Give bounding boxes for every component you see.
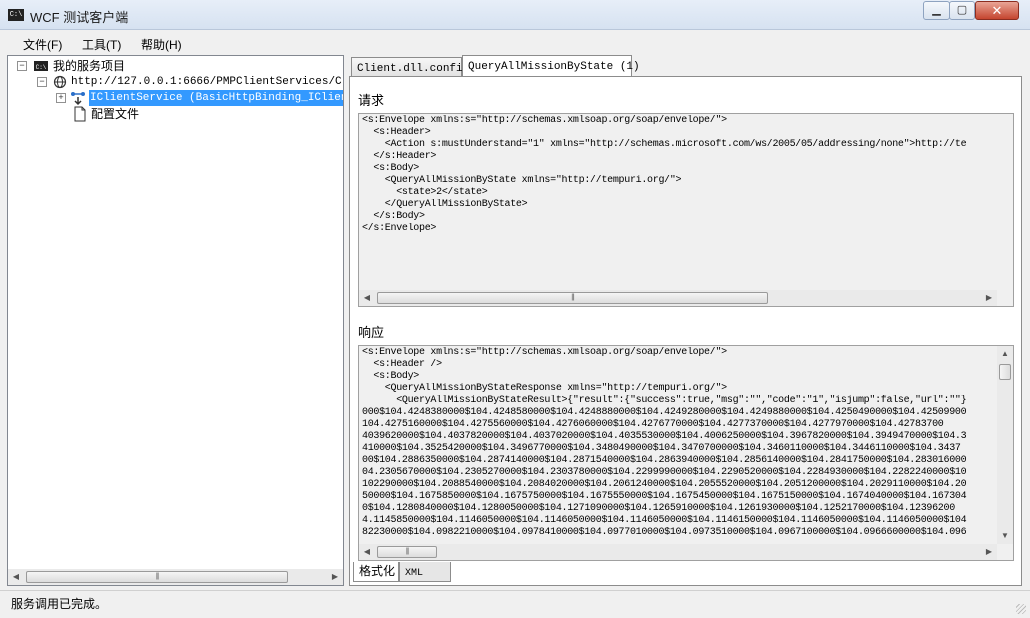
xml-line: <s:Envelope xmlns:s="http://schemas.xmls… xyxy=(362,115,727,126)
xml-line: 50000$104.1675850000$104.1675750000$104.… xyxy=(362,491,967,502)
tab-client-config[interactable]: Client.dll.config xyxy=(351,57,469,77)
xml-line: <s:Envelope xmlns:s="http://schemas.xmls… xyxy=(362,347,727,358)
xml-line: 04.2305670000$104.2305270000$104.2303780… xyxy=(362,467,967,478)
service-contract-icon xyxy=(71,92,85,106)
app-icon: C:\ xyxy=(8,9,24,21)
scroll-right-icon[interactable]: ▶ xyxy=(327,569,343,585)
xml-line: 104.4275160000$104.4275560000$104.427606… xyxy=(362,419,944,430)
xml-line: <s:Header /> xyxy=(362,359,442,370)
request-horizontal-scrollbar[interactable]: ◀ ||| ▶ xyxy=(359,290,997,306)
xml-line: </s:Envelope> xyxy=(362,223,437,234)
globe-icon xyxy=(53,75,67,89)
xml-line: <Action s:mustUnderstand="1" xmlns="http… xyxy=(362,139,967,150)
tab-formatted[interactable]: 格式化 xyxy=(353,562,399,582)
tree-horizontal-scrollbar[interactable]: ◀ ||| ▶ xyxy=(8,569,343,585)
scroll-thumb[interactable]: ||| xyxy=(26,571,288,583)
status-text: 服务调用已完成。 xyxy=(11,597,108,611)
xml-line: 4039620000$104.4037820000$104.4037020000… xyxy=(362,431,967,442)
scroll-right-icon[interactable]: ▶ xyxy=(981,290,997,306)
document-icon xyxy=(74,106,86,122)
xml-line: <QueryAllMissionByStateResponse xmlns="h… xyxy=(362,383,727,394)
xml-line: 4.1145850000$104.1146050000$104.11460500… xyxy=(362,515,967,526)
request-label: 请求 xyxy=(358,93,385,108)
response-xml-content: <s:Envelope xmlns:s="http://schemas.xmls… xyxy=(362,347,995,539)
project-icon: C:\ xyxy=(34,61,48,71)
xml-line: </s:Header> xyxy=(362,151,437,162)
xml-line: 410000$104.3525420000$104.3496770000$104… xyxy=(362,443,961,454)
response-xml-box[interactable]: <s:Envelope xmlns:s="http://schemas.xmls… xyxy=(358,345,1014,561)
expand-icon[interactable]: + xyxy=(56,93,66,103)
xml-line: <s:Header> xyxy=(362,127,431,138)
tree-config-label: 配置文件 xyxy=(91,107,140,121)
close-button[interactable]: ✕ xyxy=(975,1,1019,20)
operation-panel: 请求 <s:Envelope xmlns:s="http://schemas.x… xyxy=(349,76,1022,586)
scroll-thumb[interactable]: ||| xyxy=(377,546,437,558)
svg-text:C:\: C:\ xyxy=(36,64,47,71)
xml-line: </s:Body> xyxy=(362,211,425,222)
scroll-left-icon[interactable]: ◀ xyxy=(8,569,24,585)
xml-line: 000$104.4248380000$104.4248580000$104.42… xyxy=(362,407,967,418)
response-vertical-scrollbar[interactable]: ▲ ▼ xyxy=(997,346,1013,544)
tab-query-all-mission[interactable]: QueryAllMissionByState (1) xyxy=(462,55,640,77)
scroll-down-icon[interactable]: ▼ xyxy=(997,528,1013,544)
xml-line: 82230000$104.0982210000$104.0978410000$1… xyxy=(362,527,967,538)
xml-line: 00$104.2886350000$104.2874140000$104.287… xyxy=(362,455,967,466)
scroll-up-icon[interactable]: ▲ xyxy=(997,346,1013,362)
tree-root[interactable]: − C:\ 我的服务项目 xyxy=(8,58,338,74)
menu-help[interactable]: 帮助(H) xyxy=(141,36,182,53)
response-label: 响应 xyxy=(358,325,385,340)
xml-line: <s:Body> xyxy=(362,371,420,382)
maximize-button[interactable]: ▢ xyxy=(949,1,975,20)
response-horizontal-scrollbar[interactable]: ◀ ||| ▶ xyxy=(359,544,997,560)
window-title: WCF 测试客户端 xyxy=(30,10,129,25)
title-bar: C:\ WCF 测试客户端 ▁ ▢ ✕ xyxy=(0,0,1030,30)
resize-grip-icon[interactable] xyxy=(1016,604,1026,614)
xml-line: <s:Body> xyxy=(362,163,420,174)
menu-tools[interactable]: 工具(T) xyxy=(82,36,121,53)
status-bar: 服务调用已完成。 xyxy=(0,590,1030,618)
scroll-left-icon[interactable]: ◀ xyxy=(359,544,375,560)
collapse-icon[interactable]: − xyxy=(37,77,47,87)
request-xml-box[interactable]: <s:Envelope xmlns:s="http://schemas.xmls… xyxy=(358,113,1014,307)
xml-line: 102290000$104.2088540000$104.2084020000$… xyxy=(362,479,967,490)
xml-line: <QueryAllMissionByStateResult>{"result":… xyxy=(362,395,967,406)
service-tree[interactable]: − C:\ 我的服务项目 − http://127.0.0.1:6666/PMP… xyxy=(7,55,344,586)
tree-endpoint[interactable]: − http://127.0.0.1:6666/PMPClientService… xyxy=(8,74,344,90)
menu-bar: 文件(F) 工具(T) 帮助(H) xyxy=(0,31,1030,53)
collapse-icon[interactable]: − xyxy=(17,61,27,71)
tree-service[interactable]: + IClientService (BasicHttpBinding_IClie… xyxy=(8,90,343,106)
tab-xml[interactable]: XML xyxy=(399,562,451,582)
minimize-button[interactable]: ▁ xyxy=(923,1,950,20)
xml-line: <state>2</state> xyxy=(362,187,488,198)
tree-root-label: 我的服务项目 xyxy=(53,59,126,73)
request-xml-content: <s:Envelope xmlns:s="http://schemas.xmls… xyxy=(362,115,995,235)
xml-line: <QueryAllMissionByState xmlns="http://te… xyxy=(362,175,682,186)
menu-file[interactable]: 文件(F) xyxy=(23,36,62,53)
scroll-right-icon[interactable]: ▶ xyxy=(981,544,997,560)
tree-endpoint-label: http://127.0.0.1:6666/PMPClientServices/… xyxy=(71,76,344,88)
xml-line: 0$104.1280840000$104.1280050000$104.1271… xyxy=(362,503,955,514)
scroll-thumb[interactable]: ||| xyxy=(377,292,768,304)
tree-config-file[interactable]: 配置文件 xyxy=(8,106,343,122)
tree-service-label: IClientService (BasicHttpBinding_IClient… xyxy=(89,90,343,106)
scroll-left-icon[interactable]: ◀ xyxy=(359,290,375,306)
scroll-thumb[interactable] xyxy=(999,364,1011,380)
xml-line: </QueryAllMissionByState> xyxy=(362,199,528,210)
